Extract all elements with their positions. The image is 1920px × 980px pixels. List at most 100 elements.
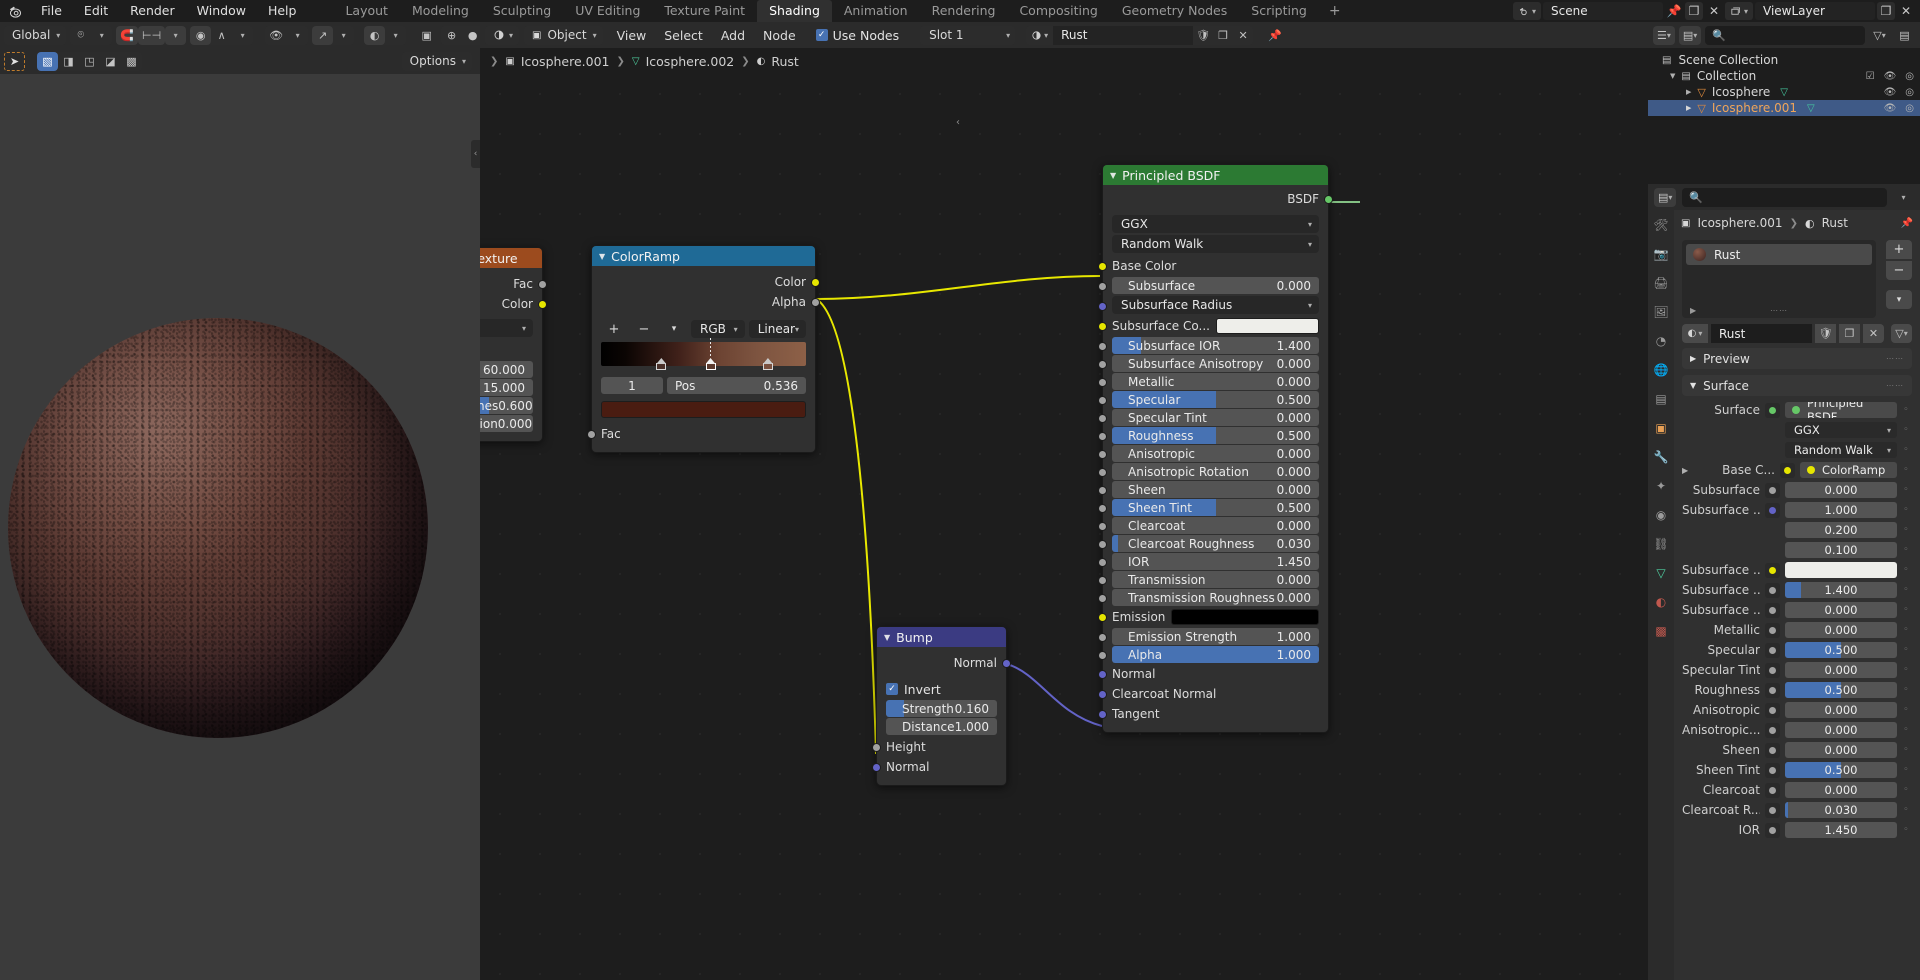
prop-socket-dot[interactable] <box>1765 803 1780 818</box>
field-subsurface[interactable]: Subsurface0.000 <box>1112 277 1319 294</box>
menu-render[interactable]: Render <box>119 0 186 22</box>
color-swatch[interactable] <box>1171 609 1319 625</box>
socket-emission-strength[interactable] <box>1098 633 1107 642</box>
field-anisotropic[interactable]: Anisotropic0.000 <box>1112 445 1319 462</box>
ramp-stop-2[interactable] <box>763 358 773 371</box>
properties-search-input[interactable]: 🔍 <box>1682 188 1887 207</box>
field-specular-tint[interactable]: Specular Tint0.000 <box>1112 409 1319 426</box>
panel-grip-icon[interactable]: ⋯⋯ <box>1886 381 1904 390</box>
socket-anisotropic-rotation[interactable] <box>1098 468 1107 477</box>
socket-subsurface-radius[interactable] <box>1098 302 1107 311</box>
overlays-chevron-icon[interactable]: ▾ <box>333 26 354 45</box>
prop-socket-dot[interactable] <box>1765 483 1780 498</box>
add-material-slot-button[interactable]: + <box>1886 240 1912 259</box>
properties-tab-world[interactable]: 🌐 <box>1652 361 1670 379</box>
workspace-tab-sculpting[interactable]: Sculpting <box>481 0 563 22</box>
add-stop-button[interactable]: + <box>601 320 627 338</box>
animate-property-dot[interactable]: ◦ <box>1902 465 1910 475</box>
socket-emission[interactable] <box>1098 613 1107 622</box>
prop-socket-dot[interactable] <box>1765 503 1780 518</box>
viewport-options-dropdown[interactable]: Options▾ <box>402 52 472 71</box>
material-slot-item[interactable]: Rust <box>1686 244 1872 265</box>
mesh-data-icon[interactable]: ▽▾ <box>1891 324 1912 343</box>
select-subtract-icon[interactable]: ◳ <box>79 52 100 71</box>
shader-type-dropdown[interactable]: ▣ Object▾ <box>524 26 603 45</box>
outliner-search-input[interactable]: 🔍 <box>1705 26 1865 45</box>
animate-property-dot[interactable]: ◦ <box>1902 665 1910 675</box>
eye-icon[interactable]: 👁 <box>1884 71 1897 82</box>
expand-triangle-icon[interactable]: ▶ <box>1682 466 1692 475</box>
workspace-tab-rendering[interactable]: Rendering <box>920 0 1008 22</box>
prop-value-field[interactable]: 0.000 <box>1785 722 1897 738</box>
gizmo-chevron-icon[interactable]: ▾ <box>287 26 308 45</box>
material-icon[interactable]: ▾ <box>1026 26 1053 45</box>
node-header-noise-texture[interactable]: ▼ Noise Texture <box>480 248 542 268</box>
properties-tab-tool[interactable]: 🛠 <box>1652 216 1670 234</box>
menu-view[interactable]: View <box>608 26 656 45</box>
socket-metallic[interactable] <box>1098 378 1107 387</box>
ramp-selected-color-swatch[interactable] <box>601 401 806 418</box>
properties-tab-object[interactable]: ▣ <box>1652 419 1670 437</box>
select-intersect-icon[interactable]: ▩ <box>121 52 142 71</box>
menu-node[interactable]: Node <box>754 26 805 45</box>
outliner-new-collection-icon[interactable]: ▤ <box>1894 26 1915 45</box>
snap-toggle-icon[interactable]: ⌾ <box>70 26 91 45</box>
interpolation-dropdown[interactable]: Linear▾ <box>749 320 806 338</box>
properties-tab-collection[interactable]: ▤ <box>1652 390 1670 408</box>
outliner-row-scene-collection[interactable]: ▤ Scene Collection <box>1648 52 1920 68</box>
node-editor-collapse-handle[interactable]: ‹ <box>954 110 962 134</box>
properties-tab-output[interactable]: 🖨 <box>1652 274 1670 292</box>
socket-sheen-tint[interactable] <box>1098 504 1107 513</box>
prop-socket-dot[interactable] <box>1765 743 1780 758</box>
field-detail[interactable]: Detail 15.000 <box>480 379 533 396</box>
field-transmission-roughness[interactable]: Transmission Roughness0.000 <box>1112 589 1319 606</box>
menu-edit[interactable]: Edit <box>73 0 119 22</box>
scene-name-field[interactable]: Scene <box>1543 2 1663 20</box>
workspace-tab-uv-editing[interactable]: UV Editing <box>563 0 652 22</box>
workspace-tab-compositing[interactable]: Compositing <box>1007 0 1109 22</box>
prop-socket-dot[interactable] <box>1765 723 1780 738</box>
properties-tab-texture[interactable]: ▩ <box>1652 622 1670 640</box>
field-scale[interactable]: Scale 60.000 <box>480 361 533 378</box>
fake-user-icon[interactable]: 🛡 <box>1193 26 1213 45</box>
field-metallic[interactable]: Metallic0.000 <box>1112 373 1319 390</box>
field-anisotropic-rotation[interactable]: Anisotropic Rotation0.000 <box>1112 463 1319 480</box>
collapse-chevron-icon[interactable]: ▼ <box>599 252 605 261</box>
field-transmission[interactable]: Transmission0.000 <box>1112 571 1319 588</box>
animate-property-dot[interactable]: ◦ <box>1902 785 1910 795</box>
material-slot-menu-chevron-icon[interactable]: ▾ <box>1886 290 1912 309</box>
socket-alpha-output[interactable] <box>811 298 820 307</box>
select-invert-icon[interactable]: ◪ <box>100 52 121 71</box>
camera-icon[interactable]: ◎ <box>1905 87 1914 98</box>
outliner-display-mode-icon[interactable]: ☰▾ <box>1653 26 1675 45</box>
workspace-tab-geometry-nodes[interactable]: Geometry Nodes <box>1110 0 1239 22</box>
prop-color-swatch[interactable] <box>1785 562 1897 578</box>
socket-alpha[interactable] <box>1098 651 1107 660</box>
viewport-collapse-handle[interactable]: ‹ <box>471 140 480 168</box>
properties-tab-modifiers[interactable]: 🔧 <box>1652 448 1670 466</box>
checkbox-icon[interactable]: ☑ <box>1866 71 1875 82</box>
eye-icon[interactable]: 👁 <box>1884 103 1897 114</box>
view-layer-icon[interactable]: ▾ <box>1725 2 1753 20</box>
animate-property-dot[interactable]: ◦ <box>1902 685 1910 695</box>
material-slot-dropdown[interactable]: Slot 1▾ <box>920 26 1015 45</box>
eye-icon[interactable]: 👁 <box>1884 87 1897 98</box>
prop-socket-dot[interactable] <box>1765 623 1780 638</box>
menu-file[interactable]: File <box>30 0 73 22</box>
socket-sheen[interactable] <box>1098 486 1107 495</box>
menu-help[interactable]: Help <box>257 0 308 22</box>
socket-subsurface-ior[interactable] <box>1098 342 1107 351</box>
toggle-xray-icon[interactable]: ◐ <box>364 26 385 45</box>
camera-icon[interactable]: ◎ <box>1905 103 1914 114</box>
outliner-filter-scene-icon[interactable]: ▤▾ <box>1679 26 1701 45</box>
shading-solid-icon[interactable]: ● <box>462 26 480 45</box>
transform-orientation-dropdown[interactable]: Global▾ <box>4 26 66 45</box>
animate-property-dot[interactable]: ◦ <box>1902 585 1910 595</box>
dimension-dropdown[interactable]: 3D▾ <box>480 319 533 337</box>
animate-property-dot[interactable]: ◦ <box>1902 505 1910 515</box>
blender-logo-icon[interactable] <box>0 4 30 19</box>
socket-tangent[interactable] <box>1098 710 1107 719</box>
invert-checkbox[interactable]: ✓ Invert <box>877 679 1006 699</box>
socket-roughness[interactable] <box>1098 432 1107 441</box>
prop-dropdown[interactable]: GGX▾ <box>1785 422 1897 438</box>
